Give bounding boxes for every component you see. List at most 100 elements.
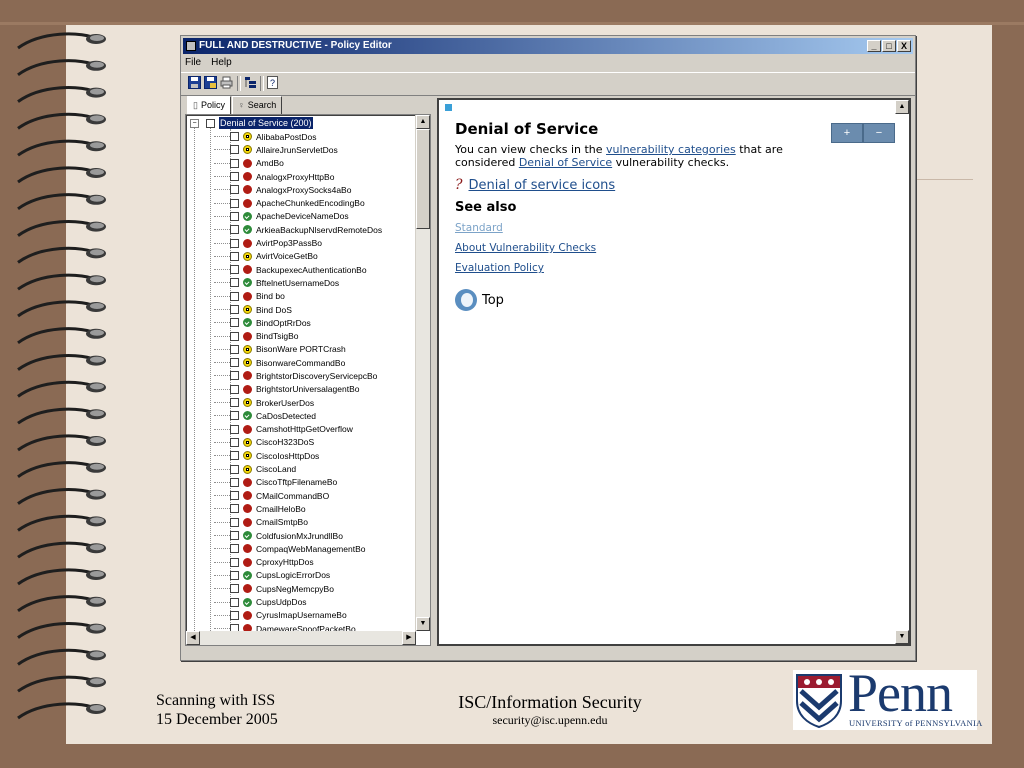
tree-item[interactable]: AvirtPop3PassBo [214, 236, 418, 249]
tree-item-checkbox[interactable] [230, 344, 239, 354]
expand-all-button[interactable]: + [831, 123, 863, 143]
tree-item[interactable]: Bind DoS [214, 303, 418, 316]
tree-item-checkbox[interactable] [230, 331, 239, 341]
tree-item-checkbox[interactable] [230, 557, 239, 567]
help-icon[interactable]: ? [265, 76, 279, 90]
tree-item[interactable]: CiscoIosHttpDos [214, 449, 418, 462]
tree-item[interactable]: AnalogxProxySocks4aBo [214, 183, 418, 196]
scroll-down-button[interactable]: ▼ [416, 617, 430, 631]
tree-item[interactable]: AmdBo [214, 157, 418, 170]
standard-link[interactable]: Standard [455, 222, 503, 234]
tree-item-checkbox[interactable] [230, 504, 239, 514]
tree-item[interactable]: CMailCommandBO [214, 489, 418, 502]
vulnerability-categories-link[interactable]: vulnerability categories [606, 143, 736, 156]
tree-root-label[interactable]: Denial of Service (200) [219, 117, 313, 129]
scroll-up-button[interactable]: ▲ [416, 115, 430, 129]
top-link[interactable]: Top [455, 289, 504, 311]
tree-item-checkbox[interactable] [230, 265, 239, 275]
tree-item-checkbox[interactable] [230, 464, 239, 474]
tree-item-checkbox[interactable] [230, 225, 239, 235]
tree-item[interactable]: CmailHeloBo [214, 502, 418, 515]
tree-item[interactable]: CupsUdpDos [214, 595, 418, 608]
tree-horizontal-scrollbar[interactable]: ◀ ▶ [186, 631, 416, 645]
maximize-button[interactable]: □ [882, 40, 896, 52]
tree-item[interactable]: CompaqWebManagementBo [214, 542, 418, 555]
tree-item-checkbox[interactable] [230, 517, 239, 527]
tree-item-checkbox[interactable] [230, 305, 239, 314]
scroll-left-button[interactable]: ◀ [186, 631, 200, 645]
tree-item[interactable]: CiscoH323DoS [214, 436, 418, 449]
scroll-right-button[interactable]: ▶ [402, 631, 416, 645]
tree-vertical-scrollbar[interactable]: ▲ ▼ [415, 115, 430, 631]
close-button[interactable]: X [897, 40, 911, 52]
tree-root-node[interactable]: − Denial of Service (200) [190, 117, 313, 129]
save-icon[interactable] [187, 76, 201, 90]
dos-icons-link[interactable]: Denial of service icons [469, 178, 616, 193]
tree-item-checkbox[interactable] [230, 384, 239, 394]
tree-item-checkbox[interactable] [230, 185, 239, 195]
tab-policy[interactable]: ▯ Policy [187, 96, 231, 115]
tree-item-checkbox[interactable] [230, 424, 239, 434]
tree-item[interactable]: CmailSmtpBo [214, 516, 418, 529]
tree-item[interactable]: BrightstorUniversalagentBo [214, 383, 418, 396]
tree-item[interactable]: CamshotHttpGetOverflow [214, 423, 418, 436]
tree-item-checkbox[interactable] [230, 158, 239, 168]
denial-of-service-link[interactable]: Denial of Service [519, 156, 612, 169]
tree-view-icon[interactable] [243, 76, 257, 90]
tree-item[interactable]: CupsLogicErrorDos [214, 569, 418, 582]
content-scroll-down-button[interactable]: ▼ [895, 630, 909, 644]
window-titlebar[interactable]: FULL AND DESTRUCTIVE - Policy Editor _ □… [183, 38, 913, 54]
content-scroll-up-button[interactable]: ▲ [895, 100, 909, 114]
menu-file[interactable]: File [185, 55, 201, 71]
tree-item[interactable]: AvirtVoiceGetBo [214, 250, 418, 263]
tree-item[interactable]: ApacheDeviceNameDos [214, 210, 418, 223]
tree-item[interactable]: BisonwareCommandBo [214, 356, 418, 369]
tree-item-checkbox[interactable] [230, 291, 239, 301]
tree-item[interactable]: BindTsigBo [214, 329, 418, 342]
about-vulnerability-checks-link[interactable]: About Vulnerability Checks [455, 242, 596, 254]
print-icon[interactable] [219, 76, 233, 90]
tree-item[interactable]: ColdfusionMxJrundllBo [214, 529, 418, 542]
tree-item-checkbox[interactable] [230, 145, 239, 155]
menu-help[interactable]: Help [211, 55, 232, 71]
evaluation-policy-link[interactable]: Evaluation Policy [455, 262, 544, 274]
tree-item-checkbox[interactable] [230, 411, 239, 421]
tree-item-checkbox[interactable] [230, 451, 239, 461]
save-as-icon[interactable] [203, 76, 217, 90]
scroll-thumb[interactable] [416, 129, 430, 229]
tree-item-checkbox[interactable] [230, 251, 239, 261]
tree-item[interactable]: ApacheChunkedEncodingBo [214, 196, 418, 209]
collapse-all-button[interactable]: − [863, 123, 895, 143]
tree-item[interactable]: CyrusImapUsernameBo [214, 609, 418, 622]
tree-item-checkbox[interactable] [230, 610, 239, 620]
tree-item[interactable]: ArkieaBackupNlservdRemoteDos [214, 223, 418, 236]
tree-item-checkbox[interactable] [230, 172, 239, 182]
tree-item[interactable]: CproxyHttpDos [214, 556, 418, 569]
tree-item[interactable]: BrokerUserDos [214, 396, 418, 409]
tree-item-checkbox[interactable] [230, 238, 239, 248]
tree-item[interactable]: BisonWare PORTCrash [214, 343, 418, 356]
tree-item-checkbox[interactable] [230, 544, 239, 554]
tree-item[interactable]: BrightstorDiscoveryServicepcBo [214, 369, 418, 382]
collapse-icon[interactable]: − [190, 118, 199, 128]
tree-item[interactable]: AlibabaPostDos [214, 130, 418, 143]
tree-item-checkbox[interactable] [230, 132, 239, 142]
tree-item-checkbox[interactable] [230, 198, 239, 208]
content-vertical-scrollbar[interactable]: ▲ ▼ [895, 100, 909, 644]
tree-item-checkbox[interactable] [230, 398, 239, 408]
tree-item-checkbox[interactable] [230, 437, 239, 447]
tree-item[interactable]: CiscoLand [214, 462, 418, 475]
tree-item[interactable]: BftelnetUsernameDos [214, 276, 418, 289]
tree-item-checkbox[interactable] [230, 491, 239, 501]
tree-item-checkbox[interactable] [230, 371, 239, 381]
tree-item-checkbox[interactable] [230, 318, 239, 328]
tree-item[interactable]: Bind bo [214, 290, 418, 303]
tree-item[interactable]: AnalogxProxyHttpBo [214, 170, 418, 183]
tree-item[interactable]: BindOptRrDos [214, 316, 418, 329]
tree-item-checkbox[interactable] [230, 278, 239, 288]
tree-item-checkbox[interactable] [230, 211, 239, 221]
tab-search[interactable]: ♀ Search [231, 96, 283, 114]
tree-item-checkbox[interactable] [230, 570, 239, 580]
tree-item[interactable]: CaDosDetected [214, 409, 418, 422]
tree-item-checkbox[interactable] [230, 597, 239, 607]
